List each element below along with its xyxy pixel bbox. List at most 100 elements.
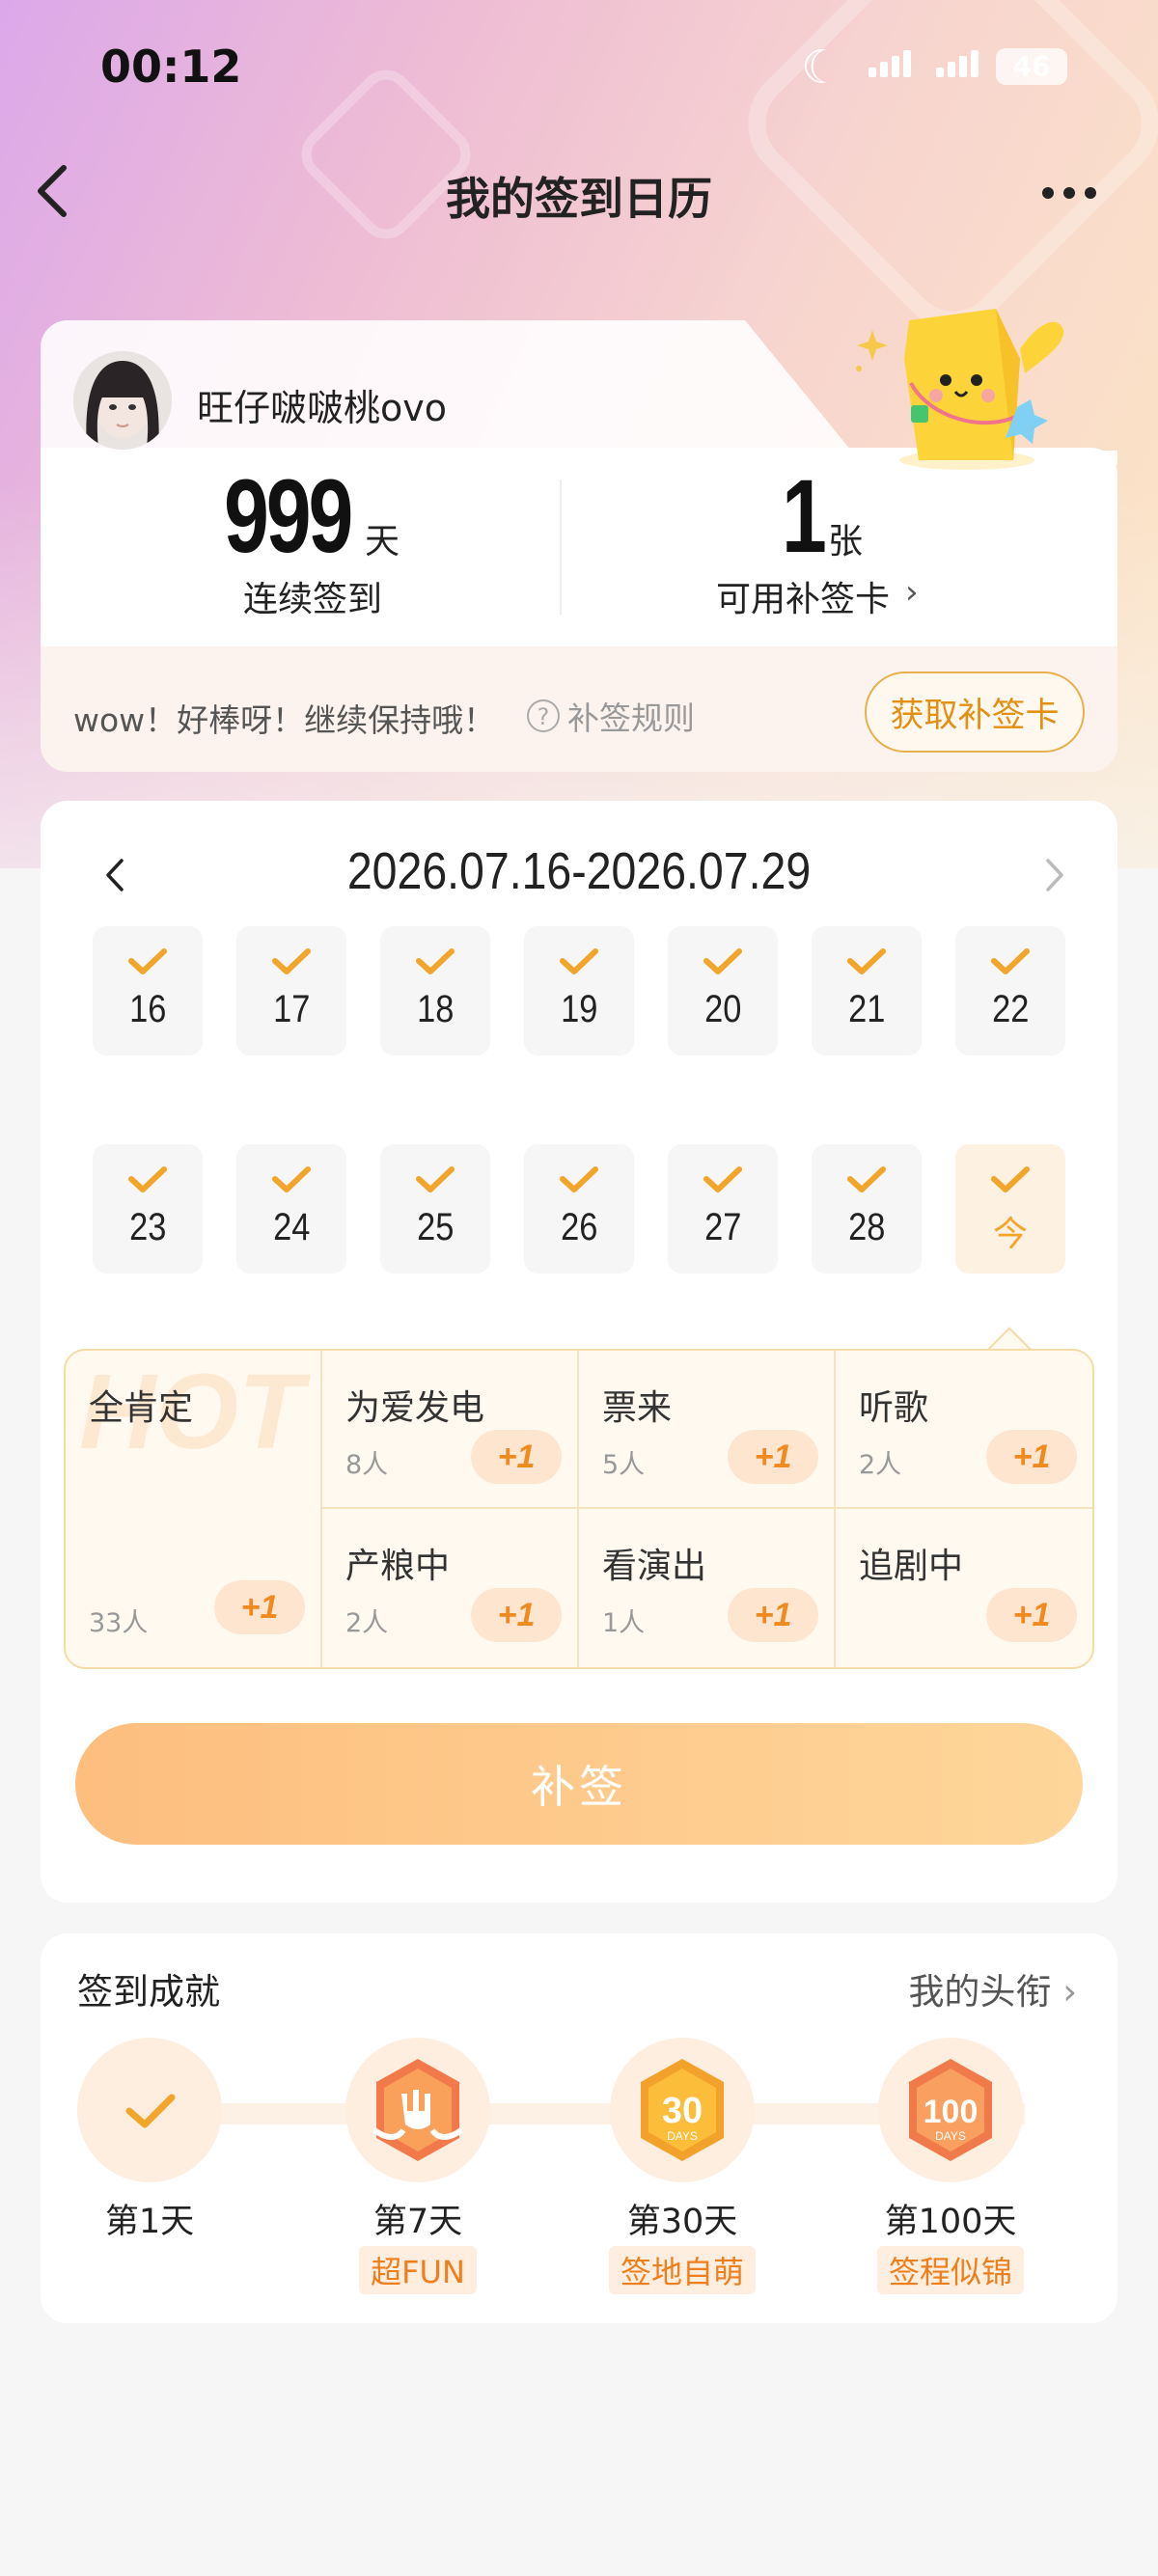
check-icon <box>128 1166 167 1192</box>
calendar-day[interactable]: 27 <box>668 1144 778 1274</box>
rules-link[interactable]: ? 补签规则 <box>527 693 695 739</box>
calendar-day-label: 16 <box>128 988 167 1030</box>
plus-one-button[interactable]: +1 <box>986 1430 1077 1484</box>
achievement-label: 第7天 <box>372 2203 463 2241</box>
svg-text:100: 100 <box>924 2094 979 2130</box>
avatar[interactable] <box>73 351 172 450</box>
calendar-day-label: 26 <box>560 1206 598 1248</box>
check-icon <box>847 1166 886 1192</box>
more-button[interactable] <box>1042 174 1119 212</box>
mood-tag-name: 全肯定 <box>89 1388 194 1428</box>
dot-icon <box>1085 187 1096 199</box>
streak-unit: 天 <box>365 522 400 562</box>
check-icon <box>416 948 455 974</box>
achievement-tag: 签程似锦 <box>854 2246 1047 2294</box>
achievement-label: 第1天 <box>104 2203 195 2241</box>
calendar-day[interactable]: 19 <box>524 926 634 1055</box>
calendar-day-label: 19 <box>560 988 598 1030</box>
mood-tag-name: 听歌 <box>859 1388 929 1428</box>
moon-icon: ☾ <box>801 41 843 95</box>
achievement-tag: 签地自萌 <box>586 2246 779 2294</box>
calendar-day[interactable]: 20 <box>668 926 778 1055</box>
mood-tag-name: 产粮中 <box>345 1547 451 1586</box>
calendar-day[interactable]: 24 <box>236 1144 346 1274</box>
mood-tag-count: 8人 <box>345 1450 389 1480</box>
calendar-day[interactable]: 25 <box>380 1144 490 1274</box>
calendar-day-label: 25 <box>416 1206 455 1248</box>
mood-tag-name: 为爱发电 <box>345 1388 485 1428</box>
mood-tag[interactable]: 产粮中 2人 +1 <box>322 1509 577 1665</box>
calendar-day[interactable]: 23 <box>93 1144 203 1274</box>
achievement-tag-text: 签程似锦 <box>876 2246 1024 2294</box>
battery-icon: 46 <box>996 48 1067 85</box>
mascot-icon <box>856 309 1064 470</box>
calendar-day-label: 今 <box>992 1215 1028 1254</box>
profile-card: 旺仔啵啵桃ovo 999 天 连续签到 1 张 可用补签卡 › wow！好棒呀！… <box>41 309 1117 772</box>
achievements-title: 签到成就 <box>77 1971 220 2013</box>
streak-label: 连续签到 <box>243 580 383 619</box>
mood-tag-name: 追剧中 <box>859 1547 964 1586</box>
mood-tag-count: 33人 <box>89 1608 149 1638</box>
calendar-day-label: 21 <box>847 988 886 1030</box>
check-icon <box>416 1166 455 1192</box>
mood-tag-name: 票来 <box>602 1388 673 1428</box>
get-card-button[interactable]: 获取补签卡 <box>865 671 1085 753</box>
username: 旺仔啵啵桃ovo <box>197 387 447 429</box>
mood-tag[interactable]: 为爱发电 8人 +1 <box>322 1351 577 1507</box>
svg-text:30: 30 <box>662 2091 703 2131</box>
calendar-day[interactable]: 28 <box>812 1144 922 1274</box>
chevron-right-icon <box>1046 859 1063 891</box>
calendar-day[interactable]: 16 <box>93 926 203 1055</box>
mood-tag-hot[interactable]: HOT 全肯定 33人 +1 <box>66 1351 320 1667</box>
plus-one-button[interactable]: +1 <box>728 1430 818 1484</box>
achievement-tag-text: 超FUN <box>359 2246 477 2294</box>
achievement-tag-text: 签地自萌 <box>608 2246 756 2294</box>
check-icon <box>847 948 886 974</box>
next-period-button[interactable] <box>1034 851 1073 899</box>
mood-tag[interactable]: 追剧中 +1 <box>836 1509 1092 1665</box>
rock-hand-badge-icon <box>345 2038 490 2182</box>
cards-value[interactable]: 1 <box>782 455 827 576</box>
mood-tag-grid: HOT 全肯定 33人 +1 为爱发电 8人 +1 票来 5人 +1 听歌 2人 +1 产粮中 2人… <box>64 1349 1094 1669</box>
available-cards-link[interactable]: 可用补签卡 <box>716 571 890 621</box>
calendar-day[interactable]: 21 <box>812 926 922 1055</box>
chevron-right-icon[interactable]: › <box>905 573 919 612</box>
plus-one-button[interactable]: +1 <box>986 1588 1077 1642</box>
streak-value: 999 <box>224 457 353 574</box>
achievement-label: 第100天 <box>884 2203 1017 2241</box>
my-titles-link[interactable]: 我的头衔 › <box>908 1962 1077 2014</box>
home-indicator-area <box>0 2508 1158 2576</box>
plus-one-button[interactable]: +1 <box>471 1430 562 1484</box>
achievements-card: 签到成就 我的头衔 › 第1天 第7天 超FUN 30 DAYS 第30天 签地自萌 100 D… <box>41 1933 1117 2323</box>
calendar-day[interactable]: 22 <box>955 926 1065 1055</box>
mood-tag-count: 2人 <box>345 1608 389 1638</box>
mood-tag[interactable]: 听歌 2人 +1 <box>836 1351 1092 1507</box>
mood-tag[interactable]: 看演出 1人 +1 <box>579 1509 834 1665</box>
calendar-day-today[interactable]: 今 <box>955 1144 1065 1274</box>
question-icon: ? <box>527 699 560 732</box>
achievement-tag: 超FUN <box>321 2246 514 2294</box>
calendar-day[interactable]: 17 <box>236 926 346 1055</box>
svg-text:DAYS: DAYS <box>667 2129 698 2143</box>
signal-icon <box>868 50 911 77</box>
mood-tag[interactable]: 票来 5人 +1 <box>579 1351 834 1507</box>
mood-tag-count: 2人 <box>859 1450 902 1480</box>
avatar-image <box>73 351 172 450</box>
check-icon <box>128 948 167 974</box>
plus-one-button[interactable]: +1 <box>214 1580 305 1634</box>
calendar-day[interactable]: 26 <box>524 1144 634 1274</box>
dot-icon <box>1042 187 1054 199</box>
calendar-day[interactable]: 18 <box>380 926 490 1055</box>
calendar-day-label: 24 <box>272 1206 311 1248</box>
resign-button[interactable]: 补签 <box>75 1723 1083 1845</box>
mood-tag-count: 1人 <box>602 1608 646 1638</box>
rules-label: 补签规则 <box>567 699 695 737</box>
calendar-card: 2026.07.16-2026.07.29 16 17 18 19 20 21 22 23 24… <box>41 801 1117 1903</box>
encouragement-text: wow！好棒呀！继续保持哦！ <box>73 701 496 739</box>
check-icon <box>991 1166 1030 1192</box>
100-days-badge-icon: 100 DAYS <box>878 2038 1023 2182</box>
mood-tag-name: 看演出 <box>602 1547 707 1586</box>
plus-one-button[interactable]: +1 <box>471 1588 562 1642</box>
plus-one-button[interactable]: +1 <box>728 1588 818 1642</box>
status-time: 00:12 <box>100 41 242 93</box>
